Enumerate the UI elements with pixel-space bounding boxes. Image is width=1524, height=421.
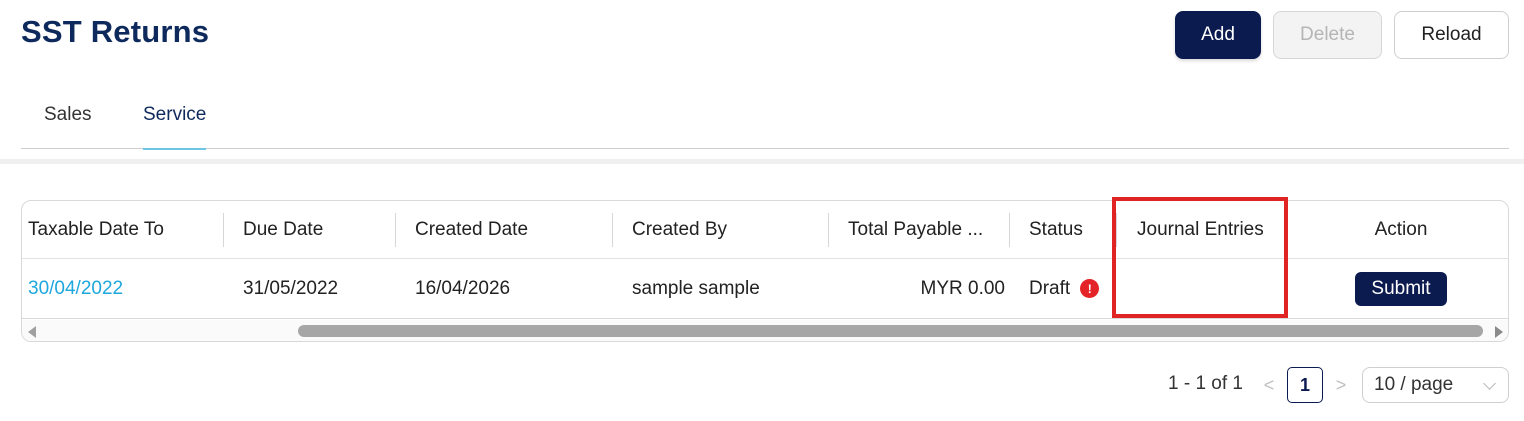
column-separator[interactable] [1116, 213, 1117, 247]
column-header-total-payable[interactable]: Total Payable ... [848, 201, 1004, 258]
tab-sales[interactable]: Sales [44, 104, 92, 149]
pagination-total: 1 - 1 of 1 [1168, 373, 1243, 394]
column-header-journal-entries[interactable]: Journal Entries [1137, 201, 1287, 258]
page-title: SST Returns [21, 14, 210, 49]
created-date-cell: 16/04/2026 [415, 277, 511, 299]
delete-button[interactable]: Delete [1273, 11, 1382, 59]
status-cell: Draft ! [1029, 259, 1124, 318]
submit-button[interactable]: Submit [1355, 271, 1447, 306]
table-row: 30/04/2022 31/05/2022 16/04/2026 sample … [22, 259, 1508, 319]
tab-bar: Sales Service [21, 90, 1509, 150]
column-header-due-date[interactable]: Due Date [243, 201, 393, 258]
due-date-cell: 31/05/2022 [243, 277, 339, 299]
created-by-cell: sample sample [632, 277, 760, 299]
column-header-created-date[interactable]: Created Date [415, 201, 610, 258]
column-header-taxable-date-to[interactable]: Taxable Date To [28, 201, 223, 258]
column-separator[interactable] [1009, 213, 1010, 247]
page-size-value: 10 / page [1374, 374, 1454, 395]
tab-service[interactable]: Service [143, 104, 207, 150]
page-size-select[interactable]: 10 / page [1362, 367, 1509, 403]
returns-table: Taxable Date To Due Date Created Date Cr… [21, 200, 1509, 342]
add-button[interactable]: Add [1175, 11, 1261, 59]
table-header: Taxable Date To Due Date Created Date Cr… [22, 201, 1508, 259]
action-cell: Submit [1292, 259, 1508, 318]
reload-button[interactable]: Reload [1394, 11, 1509, 59]
scroll-left-arrow-icon[interactable] [28, 326, 36, 338]
chevron-down-icon [1483, 377, 1496, 390]
horizontal-scrollbar[interactable] [22, 320, 1508, 341]
warning-icon[interactable]: ! [1080, 279, 1100, 298]
previous-page-icon[interactable]: < [1260, 375, 1278, 396]
column-header-action: Action [1374, 218, 1428, 240]
status-text: Draft [1029, 277, 1071, 299]
column-header-status[interactable]: Status [1029, 201, 1114, 258]
column-header-created-by[interactable]: Created By [632, 201, 827, 258]
scrollbar-thumb[interactable] [298, 325, 1483, 337]
next-page-icon[interactable]: > [1332, 375, 1350, 396]
column-separator[interactable] [828, 213, 829, 247]
journal-entries-cell [1137, 259, 1287, 318]
taxable-date-to-link[interactable]: 30/04/2022 [28, 259, 223, 318]
section-divider [0, 159, 1524, 164]
scroll-right-arrow-icon[interactable] [1495, 326, 1503, 338]
column-separator[interactable] [223, 213, 224, 247]
total-payable-cell: MYR 0.00 [920, 277, 1005, 299]
column-separator[interactable] [612, 213, 613, 247]
page-number-button[interactable]: 1 [1287, 367, 1323, 403]
column-separator[interactable] [395, 213, 396, 247]
